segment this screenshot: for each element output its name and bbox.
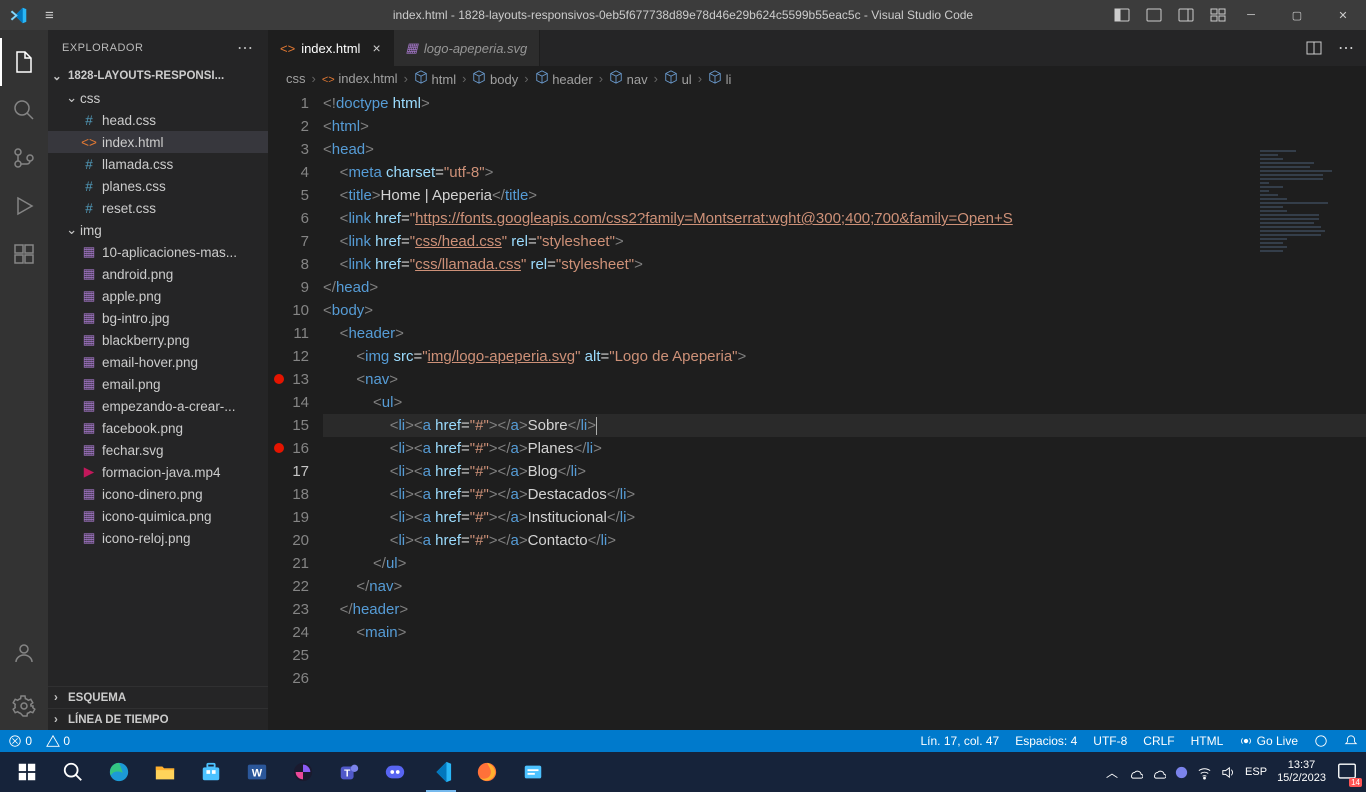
start-button[interactable]: [4, 752, 50, 792]
file-item[interactable]: ▶formacion-java.mp4: [48, 461, 268, 483]
breadcrumb-item[interactable]: body: [472, 70, 518, 87]
taskbar-file-explorer-icon[interactable]: [142, 752, 188, 792]
folder-img[interactable]: ⌄img: [48, 219, 268, 241]
status-cursor[interactable]: Lín. 17, col. 47: [921, 734, 1000, 748]
editor-tab[interactable]: ▦ logo-apeperia.svg: [394, 30, 541, 66]
minimap[interactable]: [1260, 150, 1350, 270]
title-bar: ≡ index.html - 1828-layouts-responsivos-…: [0, 0, 1366, 30]
file-item[interactable]: ▦icono-reloj.png: [48, 527, 268, 549]
status-bar: 0 0 Lín. 17, col. 47 Espacios: 4 UTF-8 C…: [0, 730, 1366, 752]
taskbar-discord-icon[interactable]: [372, 752, 418, 792]
editor-area: <> index.html×▦ logo-apeperia.svg ⋯ css …: [268, 30, 1366, 730]
file-item[interactable]: #head.css: [48, 109, 268, 131]
run-debug-icon[interactable]: [0, 182, 48, 230]
status-golive[interactable]: Go Live: [1239, 734, 1298, 749]
sidebar-title: EXPLORADOR: [62, 42, 143, 54]
cloud-tray-icon[interactable]: [1151, 765, 1166, 780]
sidebar-section[interactable]: › ESQUEMA: [48, 686, 268, 708]
file-item[interactable]: ▦icono-dinero.png: [48, 483, 268, 505]
svg-text:W: W: [252, 768, 263, 780]
close-button[interactable]: ✕: [1320, 0, 1366, 30]
accounts-icon[interactable]: [0, 629, 48, 677]
status-eol[interactable]: CRLF: [1143, 734, 1174, 748]
taskbar-store-icon[interactable]: [188, 752, 234, 792]
breadcrumb-item[interactable]: nav: [609, 70, 648, 87]
folder-css[interactable]: ⌄css: [48, 87, 268, 109]
status-errors[interactable]: 0: [8, 734, 32, 749]
sidebar-section[interactable]: › LÍNEA DE TIEMPO: [48, 708, 268, 730]
activity-bar: [0, 30, 48, 730]
file-item[interactable]: ▦empezando-a-crear-...: [48, 395, 268, 417]
breadcrumb-item[interactable]: header: [535, 70, 593, 87]
taskbar-clock[interactable]: 13:3715/2/2023: [1277, 759, 1326, 785]
file-item[interactable]: ▦android.png: [48, 263, 268, 285]
status-feedback-icon[interactable]: [1314, 734, 1328, 749]
status-language[interactable]: HTML: [1191, 734, 1224, 748]
file-item[interactable]: ▦fechar.svg: [48, 439, 268, 461]
tab-more-icon[interactable]: ⋯: [1338, 38, 1354, 58]
file-item[interactable]: #llamada.css: [48, 153, 268, 175]
taskbar-app-icon[interactable]: [510, 752, 556, 792]
toggle-panel-left-icon[interactable]: [1114, 7, 1130, 23]
editor-tabs: <> index.html×▦ logo-apeperia.svg ⋯: [268, 30, 1366, 66]
breadcrumb-item[interactable]: ul: [664, 70, 692, 87]
taskbar-word-icon[interactable]: W: [234, 752, 280, 792]
file-item[interactable]: ▦email.png: [48, 373, 268, 395]
file-item[interactable]: ▦blackberry.png: [48, 329, 268, 351]
status-encoding[interactable]: UTF-8: [1093, 734, 1127, 748]
search-tab-icon[interactable]: [0, 86, 48, 134]
breadcrumb-item[interactable]: html: [414, 70, 456, 87]
file-item[interactable]: #planes.css: [48, 175, 268, 197]
sidebar-more-icon[interactable]: ⋯: [237, 38, 254, 58]
file-item[interactable]: ▦email-hover.png: [48, 351, 268, 373]
breadcrumb-item[interactable]: css: [286, 71, 306, 86]
layout-grid-icon[interactable]: [1210, 7, 1226, 23]
status-bell-icon[interactable]: [1344, 734, 1358, 749]
taskbar-notifications-icon[interactable]: 14: [1336, 760, 1358, 785]
file-item[interactable]: ▦10-aplicaciones-mas...: [48, 241, 268, 263]
windows-taskbar: W T ︿ ESP 13:3715/2/2023 14: [0, 752, 1366, 792]
file-item[interactable]: ▦facebook.png: [48, 417, 268, 439]
code-editor[interactable]: <!doctype html><html><head> <meta charse…: [323, 90, 1366, 730]
taskbar-vscode-icon[interactable]: [418, 752, 464, 792]
line-gutter: 1234567891011121314151617181920212223242…: [268, 90, 323, 730]
toggle-panel-bottom-icon[interactable]: [1146, 7, 1162, 23]
extensions-icon[interactable]: [0, 230, 48, 278]
close-tab-icon[interactable]: ×: [372, 40, 380, 56]
root-folder[interactable]: ⌄1828-LAYOUTS-RESPONSI...: [48, 65, 268, 87]
wifi-tray-icon[interactable]: [1197, 765, 1212, 780]
explorer-sidebar: EXPLORADOR ⋯ ⌄1828-LAYOUTS-RESPONSI...⌄c…: [48, 30, 268, 730]
taskbar-firefox-icon[interactable]: [464, 752, 510, 792]
maximize-button[interactable]: ▢: [1274, 0, 1320, 30]
taskbar-search-icon[interactable]: [50, 752, 96, 792]
breadcrumbs[interactable]: css › <> index.html › html › body › head…: [268, 66, 1366, 90]
teams-tray-icon[interactable]: [1174, 765, 1189, 780]
breadcrumb-item[interactable]: li: [708, 70, 731, 87]
status-spaces[interactable]: Espacios: 4: [1015, 734, 1077, 748]
svg-text:T: T: [344, 769, 351, 780]
status-warnings[interactable]: 0: [46, 734, 70, 749]
file-item[interactable]: #reset.css: [48, 197, 268, 219]
source-control-icon[interactable]: [0, 134, 48, 182]
onedrive-tray-icon[interactable]: [1128, 765, 1143, 780]
taskbar-edge-icon[interactable]: [96, 752, 142, 792]
taskbar-teams-icon[interactable]: T: [326, 752, 372, 792]
file-item[interactable]: ▦apple.png: [48, 285, 268, 307]
app-menu-icon[interactable]: ≡: [45, 7, 52, 24]
file-item[interactable]: ▦bg-intro.jpg: [48, 307, 268, 329]
minimize-button[interactable]: ─: [1228, 0, 1274, 30]
file-item[interactable]: ▦icono-quimica.png: [48, 505, 268, 527]
editor-tab[interactable]: <> index.html×: [268, 30, 394, 66]
settings-gear-icon[interactable]: [0, 682, 48, 730]
explorer-tab-icon[interactable]: [0, 38, 48, 86]
toggle-panel-right-icon[interactable]: [1178, 7, 1194, 23]
file-item[interactable]: <>index.html: [48, 131, 268, 153]
vscode-logo-icon: [10, 7, 27, 24]
taskbar-copilot-icon[interactable]: [280, 752, 326, 792]
volume-tray-icon[interactable]: [1220, 765, 1235, 780]
taskbar-chevron-icon[interactable]: ︿: [1106, 764, 1118, 781]
breadcrumb-item[interactable]: <> index.html: [322, 71, 398, 86]
split-editor-icon[interactable]: [1306, 40, 1322, 56]
